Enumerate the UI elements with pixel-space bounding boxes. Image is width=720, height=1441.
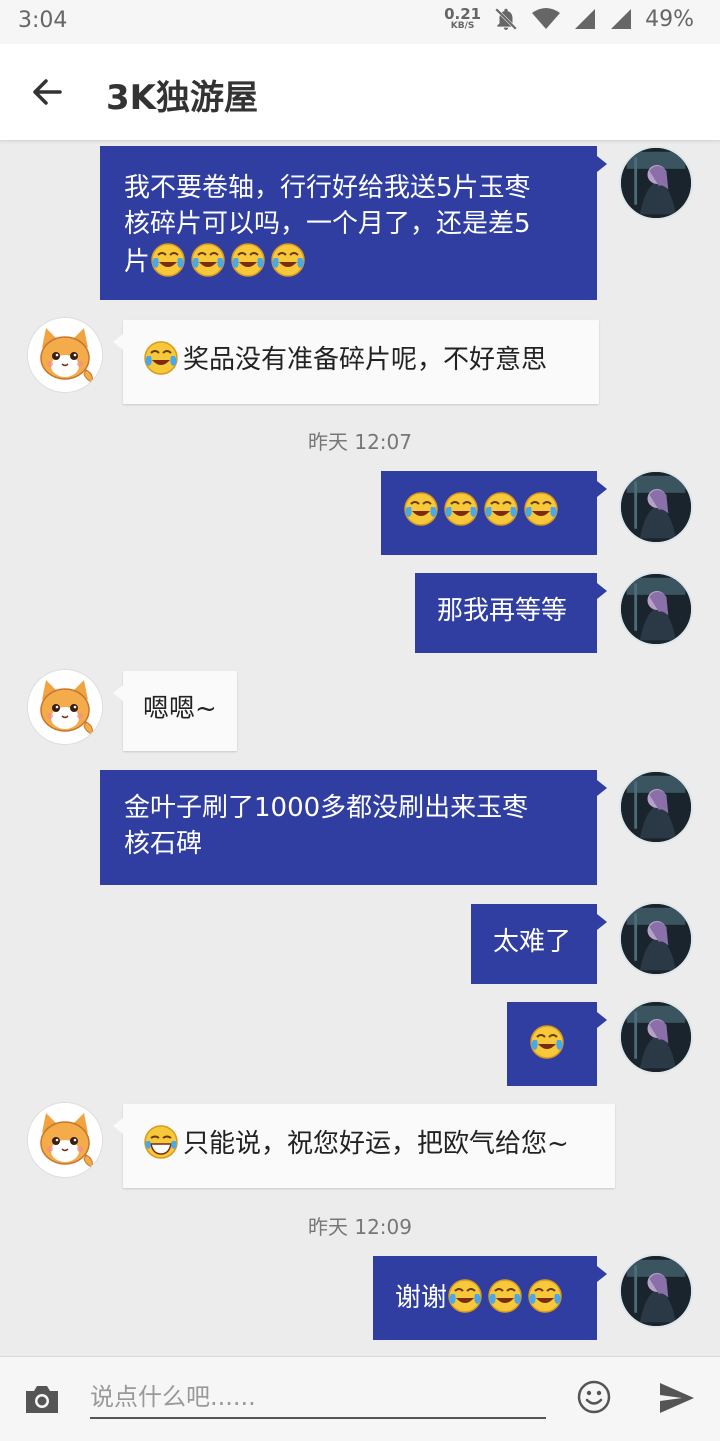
send-icon[interactable] — [658, 1381, 696, 1415]
service-avatar-cat[interactable] — [28, 670, 102, 744]
signal-icon — [611, 9, 632, 29]
message-text: 那我再等等 — [437, 596, 568, 626]
laugh-cry-emoji-icon — [443, 491, 479, 527]
incoming-message[interactable]: 奖品没有准备碎片呢，不好意思 — [113, 320, 599, 404]
laugh-cry-emoji-icon — [447, 1278, 483, 1314]
message-text: 太难了 — [493, 927, 572, 957]
outgoing-message[interactable] — [507, 1002, 607, 1086]
tears-of-joy-emoji-icon — [143, 1124, 179, 1160]
service-avatar-cat[interactable] — [28, 318, 102, 392]
message-text: 谢谢 — [395, 1283, 448, 1313]
laugh-cry-emoji-icon — [529, 1024, 565, 1060]
laugh-cry-emoji-icon — [527, 1278, 563, 1314]
user-avatar[interactable] — [619, 1254, 693, 1328]
message-timestamp: 昨天 12:07 — [308, 430, 412, 454]
message-text: 只能说，祝您好运，把欧气给您~ — [183, 1129, 569, 1159]
bell-off-icon — [495, 8, 517, 30]
message-line: 核石碑 — [124, 829, 203, 859]
chat-list[interactable]: 我不要卷轴，行行好给我送5片玉枣 核碎片可以吗，一个月了，还是差5 片 奖品没有… — [0, 140, 720, 1356]
laugh-cry-emoji-icon — [523, 491, 559, 527]
message-line: 核碎片可以吗，一个月了，还是差5 — [124, 209, 531, 239]
message-input-bar: 说点什么吧...... — [0, 1356, 720, 1441]
message-line: 我不要卷轴，行行好给我送5片玉枣 — [124, 173, 531, 203]
laugh-cry-emoji-icon — [190, 242, 226, 278]
message-timestamp: 昨天 12:09 — [308, 1215, 412, 1239]
outgoing-message[interactable]: 金叶子刷了1000多都没刷出来玉枣 核石碑 — [100, 770, 607, 885]
net-speed: 0.21 KB/S — [444, 7, 481, 31]
message-line: 片 — [124, 242, 573, 280]
message-text: 嗯嗯~ — [143, 694, 217, 724]
battery-level: 49% — [645, 6, 694, 32]
status-time: 3:04 — [18, 8, 68, 33]
user-avatar[interactable] — [619, 1000, 693, 1074]
laugh-cry-emoji-icon — [150, 242, 186, 278]
outgoing-message[interactable]: 那我再等等 — [415, 573, 607, 653]
laugh-cry-emoji-icon — [270, 242, 306, 278]
outgoing-message[interactable]: 太难了 — [471, 904, 607, 984]
user-avatar[interactable] — [619, 146, 693, 220]
net-speed-unit: KB/S — [450, 21, 475, 31]
chat-title: 3K独游屋 — [106, 78, 259, 118]
laugh-cry-emoji-icon — [143, 340, 179, 376]
app-bar: 3K独游屋 — [0, 44, 720, 141]
emoji-picker-icon[interactable] — [576, 1379, 612, 1415]
message-input[interactable]: 说点什么吧...... — [90, 1373, 546, 1419]
outgoing-message[interactable] — [381, 471, 607, 555]
outgoing-message[interactable]: 我不要卷轴，行行好给我送5片玉枣 核碎片可以吗，一个月了，还是差5 片 — [100, 146, 607, 300]
user-avatar[interactable] — [619, 902, 693, 976]
outgoing-message[interactable]: 谢谢 — [373, 1256, 607, 1340]
user-avatar[interactable] — [619, 572, 693, 646]
message-line: 金叶子刷了1000多都没刷出来玉枣 — [124, 793, 529, 823]
incoming-message[interactable]: 嗯嗯~ — [113, 671, 237, 751]
status-bar: 3:04 0.21 KB/S 49% — [0, 0, 720, 44]
message-text: 片 — [124, 247, 151, 277]
wifi-icon — [532, 8, 561, 29]
back-arrow-icon[interactable] — [26, 70, 70, 114]
signal-icon — [575, 9, 596, 29]
user-avatar[interactable] — [619, 470, 693, 544]
net-speed-value: 0.21 — [444, 5, 482, 23]
status-icons: 0.21 KB/S 49% — [444, 6, 694, 32]
laugh-cry-emoji-icon — [403, 491, 439, 527]
service-avatar-cat[interactable] — [28, 1103, 102, 1177]
message-text: 奖品没有准备碎片呢，不好意思 — [183, 345, 548, 375]
user-avatar[interactable] — [619, 770, 693, 844]
laugh-cry-emoji-icon — [483, 491, 519, 527]
laugh-cry-emoji-icon — [487, 1278, 523, 1314]
incoming-message[interactable]: 只能说，祝您好运，把欧气给您~ — [113, 1104, 615, 1188]
laugh-cry-emoji-icon — [230, 242, 266, 278]
camera-icon[interactable] — [22, 1381, 62, 1417]
